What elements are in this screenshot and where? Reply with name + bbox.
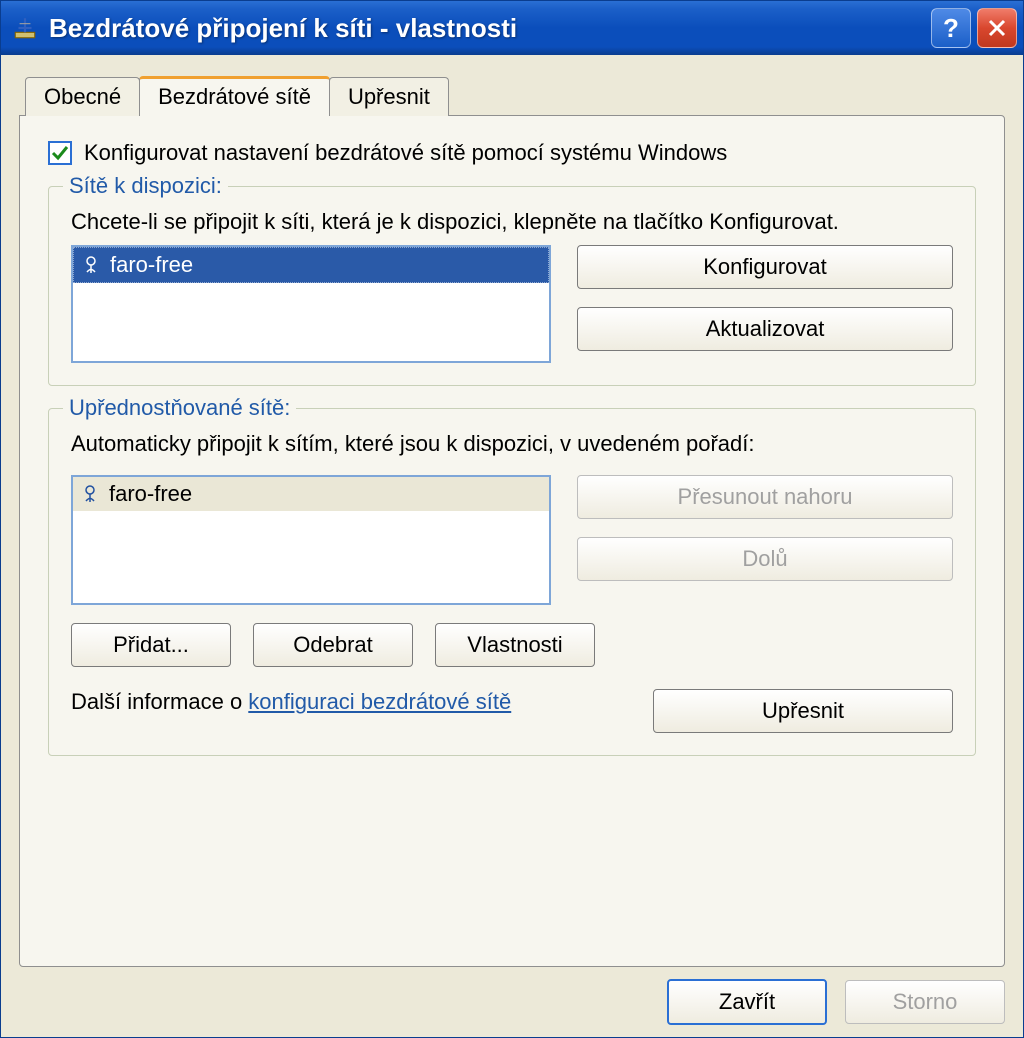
use-windows-config-label: Konfigurovat nastavení bezdrátové sítě p…: [84, 140, 727, 166]
advanced-button[interactable]: Upřesnit: [653, 689, 953, 733]
refresh-button[interactable]: Aktualizovat: [577, 307, 953, 351]
available-networks-group: Sítě k dispozici: Chcete-li se připojit …: [48, 186, 976, 386]
preferred-move-buttons: Přesunout nahoru Dolů: [577, 475, 953, 605]
close-dialog-button[interactable]: Zavřít: [667, 979, 827, 1025]
tabstrip: Obecné Bezdrátové sítě Upřesnit: [25, 73, 1005, 115]
help-button[interactable]: ?: [931, 8, 971, 48]
preferred-network-name: faro-free: [109, 481, 192, 507]
dialog-bottom-bar: Zavřít Storno: [1, 967, 1023, 1037]
preferred-action-buttons: Přidat... Odebrat Vlastnosti: [71, 623, 953, 667]
move-down-button[interactable]: Dolů: [577, 537, 953, 581]
add-button[interactable]: Přidat...: [71, 623, 231, 667]
use-windows-config-checkbox[interactable]: [48, 141, 72, 165]
preferred-networks-desc: Automaticky připojit k sítím, které jsou…: [71, 431, 953, 457]
available-networks-desc: Chcete-li se připojit k síti, která je k…: [71, 209, 953, 235]
tab-panel-wireless: Konfigurovat nastavení bezdrátové sítě p…: [19, 115, 1005, 967]
client-area: Obecné Bezdrátové sítě Upřesnit Konfigur…: [1, 55, 1023, 967]
network-icon: [80, 254, 102, 276]
available-networks-row: faro-free Konfigurovat Aktualizovat: [71, 245, 953, 363]
app-icon: [11, 14, 39, 42]
tab-general[interactable]: Obecné: [25, 77, 140, 116]
cancel-button[interactable]: Storno: [845, 980, 1005, 1024]
tab-advanced[interactable]: Upřesnit: [329, 77, 449, 116]
wireless-config-link[interactable]: konfiguraci bezdrátové sítě: [248, 689, 511, 714]
preferred-networks-legend: Upřednostňované sítě:: [63, 395, 296, 421]
dialog-window: Bezdrátové připojení k síti - vlastnosti…: [0, 0, 1024, 1038]
preferred-networks-group: Upřednostňované sítě: Automaticky připoj…: [48, 408, 976, 756]
available-networks-buttons: Konfigurovat Aktualizovat: [577, 245, 953, 363]
configure-button[interactable]: Konfigurovat: [577, 245, 953, 289]
window-title: Bezdrátové připojení k síti - vlastnosti: [49, 13, 931, 44]
remove-button[interactable]: Odebrat: [253, 623, 413, 667]
preferred-networks-list[interactable]: faro-free: [71, 475, 551, 605]
preferred-network-item[interactable]: faro-free: [73, 477, 549, 511]
available-networks-legend: Sítě k dispozici:: [63, 173, 228, 199]
titlebar-buttons: ?: [931, 8, 1017, 48]
preferred-networks-row: faro-free Přesunout nahoru Dolů: [71, 475, 953, 605]
tab-wireless[interactable]: Bezdrátové sítě: [139, 76, 330, 116]
available-networks-list[interactable]: faro-free: [71, 245, 551, 363]
properties-button[interactable]: Vlastnosti: [435, 623, 595, 667]
more-info-row: Další informace o konfiguraci bezdrátové…: [71, 689, 953, 733]
titlebar: Bezdrátové připojení k síti - vlastnosti…: [1, 1, 1023, 55]
available-network-item[interactable]: faro-free: [73, 247, 549, 283]
network-icon: [79, 483, 101, 505]
move-up-button[interactable]: Přesunout nahoru: [577, 475, 953, 519]
more-info-text: Další informace o konfiguraci bezdrátové…: [71, 689, 629, 715]
use-windows-config-row: Konfigurovat nastavení bezdrátové sítě p…: [48, 140, 976, 166]
close-button[interactable]: [977, 8, 1017, 48]
available-network-name: faro-free: [110, 252, 193, 278]
